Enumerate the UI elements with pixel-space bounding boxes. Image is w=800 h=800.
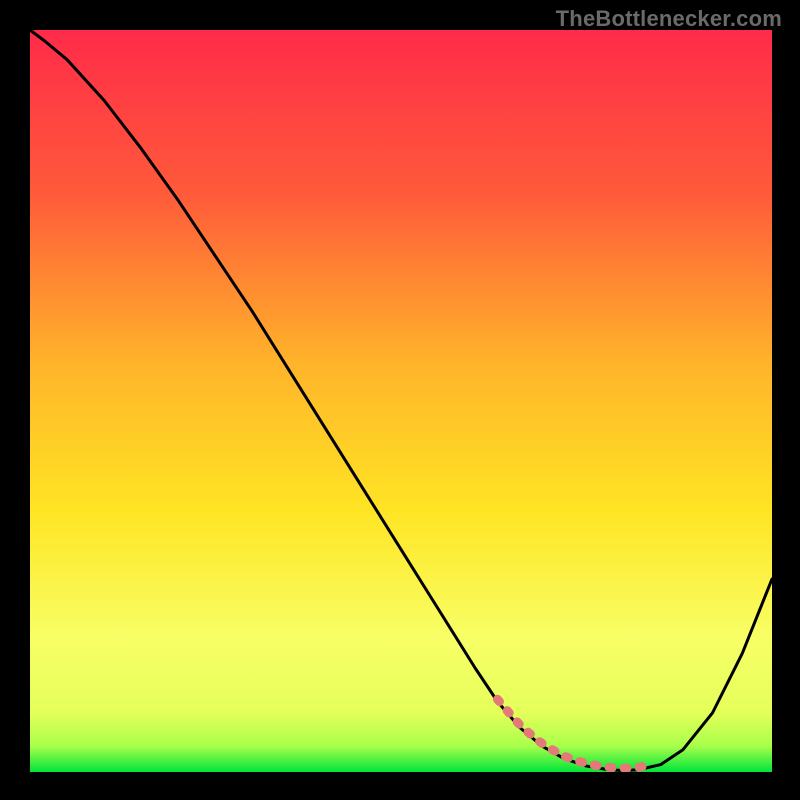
plot-svg	[30, 30, 772, 772]
chart-container: TheBottlenecker.com	[0, 0, 800, 800]
gradient-background	[30, 30, 772, 772]
plot-area	[30, 30, 772, 772]
attribution-label: TheBottlenecker.com	[556, 6, 782, 32]
